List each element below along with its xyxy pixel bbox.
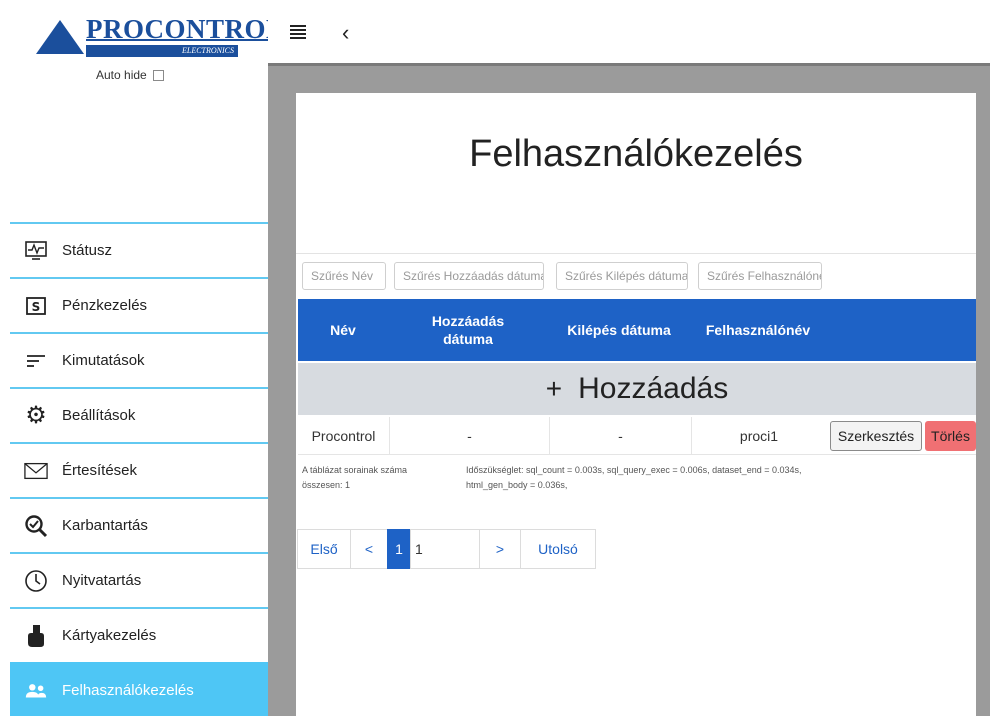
filter-name-input[interactable]: Szűrés Név xyxy=(302,262,386,290)
row-count-line: A táblázat sorainak száma xyxy=(302,465,408,475)
chevron-left-icon[interactable]: ‹ xyxy=(342,20,349,46)
next-page-button[interactable]: > xyxy=(479,529,521,569)
column-header-username[interactable]: Felhasználónév xyxy=(690,299,826,361)
timing-line: html_gen_body = 0.036s, xyxy=(466,480,568,490)
delete-button[interactable]: Törlés xyxy=(925,421,976,451)
table-row: Procontrol - - proci1 Szerkesztés Törlés xyxy=(298,417,976,455)
money-icon: S xyxy=(24,294,48,318)
add-label: Hozzáadás xyxy=(578,372,729,405)
table-header: Név Hozzáadás dátuma Kilépés dátuma Felh… xyxy=(298,299,976,361)
sidebar-item-label: Státusz xyxy=(62,242,113,259)
cell-left: - xyxy=(550,417,692,455)
card-hand-icon xyxy=(24,624,48,648)
plus-icon: + xyxy=(545,373,563,404)
sidebar-item-cards[interactable]: Kártyakezelés xyxy=(10,607,268,662)
content-card: Felhasználókezelés Szűrés Név Szűrés Hoz… xyxy=(296,93,976,716)
autohide-label: Auto hide xyxy=(96,68,147,82)
column-header-name[interactable]: Név xyxy=(298,299,388,361)
clock-icon xyxy=(24,569,48,593)
sidebar-item-label: Kimutatások xyxy=(62,352,145,369)
sidebar-item-settings[interactable]: ⚙ Beállítások xyxy=(10,387,268,442)
filter-row: Szűrés Név Szűrés Hozzáadás dátuma Szűré… xyxy=(296,253,976,297)
brand-name: PROCONTROL xyxy=(86,14,285,44)
filter-added-input[interactable]: Szűrés Hozzáadás dátuma xyxy=(394,262,544,290)
timing-line: Időszükséglet: sql_count = 0.003s, sql_q… xyxy=(466,465,802,475)
column-header-added[interactable]: Hozzáadás dátuma xyxy=(388,299,548,361)
sidebar-item-label: Nyitvatartás xyxy=(62,572,142,589)
row-count-info: A táblázat sorainak száma összesen: 1 xyxy=(302,463,407,493)
search-check-icon xyxy=(24,514,48,538)
sidebar-item-label: Felhasználókezelés xyxy=(62,682,194,699)
hamburger-icon[interactable] xyxy=(290,25,306,39)
sidebar-item-label: Beállítások xyxy=(62,407,136,424)
last-page-button[interactable]: Utolsó xyxy=(520,529,596,569)
sidebar-item-label: Értesítések xyxy=(62,462,138,479)
sidebar-item-status[interactable]: Státusz xyxy=(10,222,268,277)
page-number-input[interactable]: 1 xyxy=(410,529,480,569)
cell-added: - xyxy=(390,417,550,455)
sidebar: PROCONTROL ELECTRONICS Auto hide Státusz… xyxy=(0,0,284,716)
filter-left-input[interactable]: Szűrés Kilépés dátuma xyxy=(556,262,688,290)
prev-page-button[interactable]: < xyxy=(350,529,388,569)
logo-triangle-icon xyxy=(36,20,84,54)
column-header-left[interactable]: Kilépés dátuma xyxy=(548,299,690,361)
sidebar-item-label: Karbantartás xyxy=(62,517,148,534)
sidebar-item-notifications[interactable]: Értesítések xyxy=(10,442,268,497)
timing-info: Időszükséglet: sql_count = 0.003s, sql_q… xyxy=(466,463,801,493)
row-count-total: összesen: 1 xyxy=(302,480,351,490)
brand-logo[interactable]: PROCONTROL ELECTRONICS xyxy=(36,12,284,62)
cell-name: Procontrol xyxy=(298,417,390,455)
users-icon xyxy=(24,679,48,703)
gear-icon: ⚙ xyxy=(25,402,47,429)
brand-subtitle: ELECTRONICS xyxy=(86,45,238,57)
envelope-icon xyxy=(24,459,48,483)
autohide-checkbox[interactable] xyxy=(152,69,164,81)
sidebar-item-users[interactable]: Felhasználókezelés xyxy=(10,662,268,716)
cell-username: proci1 xyxy=(739,428,779,444)
sidebar-item-money[interactable]: S Pénzkezelés xyxy=(10,277,268,332)
top-bar: ‹ xyxy=(268,0,990,66)
current-page[interactable]: 1 xyxy=(387,529,411,569)
pagination: Első < 1 1 > Utolsó xyxy=(297,529,596,569)
sidebar-nav: Státusz S Pénzkezelés Kimutatások ⚙ Beál… xyxy=(10,222,268,716)
sidebar-item-label: Pénzkezelés xyxy=(62,297,148,314)
sidebar-item-reports[interactable]: Kimutatások xyxy=(10,332,268,387)
svg-text:S: S xyxy=(32,300,41,314)
sidebar-item-maintenance[interactable]: Karbantartás xyxy=(10,497,268,552)
page-title: Felhasználókezelés xyxy=(469,133,803,175)
add-row-button[interactable]: + Hozzáadás xyxy=(298,363,976,415)
filter-username-input[interactable]: Szűrés Felhasználónév xyxy=(698,262,822,290)
sidebar-item-label: Kártyakezelés xyxy=(62,627,157,644)
monitor-pulse-icon xyxy=(24,239,48,263)
list-lines-icon xyxy=(24,349,48,373)
first-page-button[interactable]: Első xyxy=(297,529,351,569)
autohide-toggle[interactable]: Auto hide xyxy=(96,68,164,82)
sidebar-item-opening-hours[interactable]: Nyitvatartás xyxy=(10,552,268,607)
edit-button[interactable]: Szerkesztés xyxy=(830,421,922,451)
